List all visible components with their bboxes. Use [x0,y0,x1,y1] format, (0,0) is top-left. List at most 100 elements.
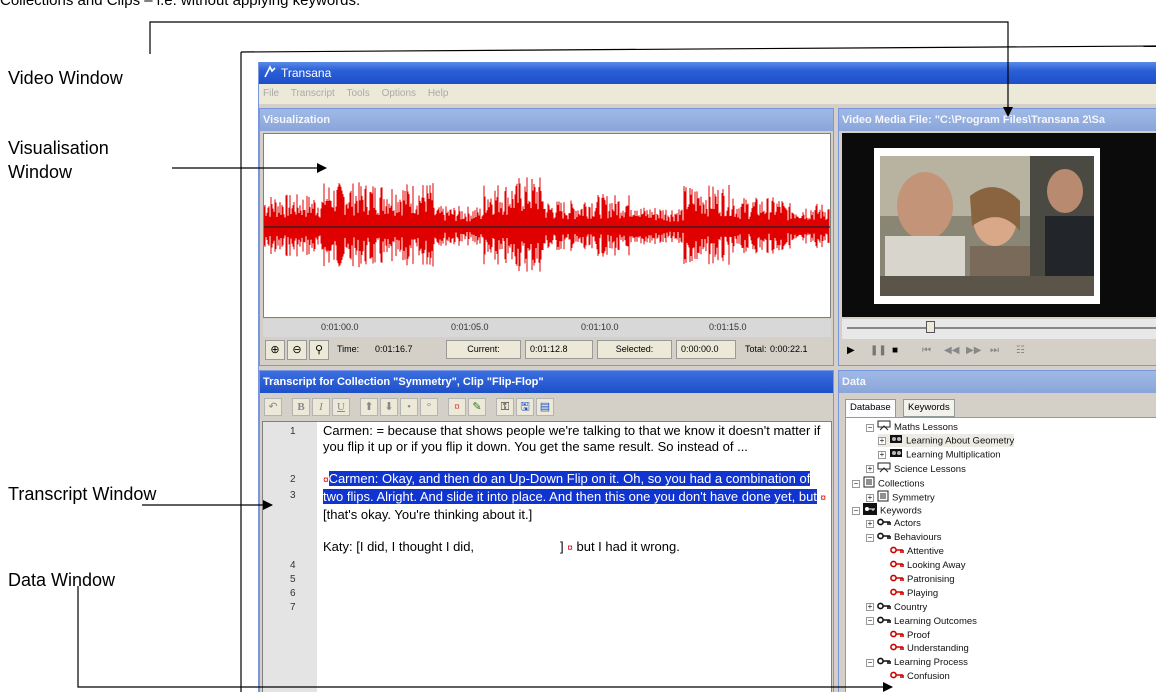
save-button[interactable]: 🖫 [516,398,534,416]
tree-item[interactable]: Looking Away [890,559,965,572]
tree-item-label: Learning About Geometry [906,435,1015,447]
waveform-area[interactable] [263,133,831,318]
rewind-icon[interactable]: ◀◀ [944,345,959,356]
menu-bar: File Transcript Tools Options Help [259,84,1156,104]
rising-intonation-button[interactable]: ⬆ [360,398,378,416]
whisper-button[interactable]: ° [420,398,438,416]
expand-icon[interactable]: + [878,436,886,445]
callout-transcript-window: Transcript Window [8,484,157,504]
tab-database[interactable]: Database [845,399,896,418]
tree-item[interactable]: + Learning About Geometry [878,433,1015,448]
tree-item[interactable]: − Keywords [852,503,922,517]
key-icon [877,517,891,530]
tree-item-label: Proof [907,629,930,641]
line-number: 5 [290,574,296,585]
bold-button[interactable]: B [292,398,310,416]
expand-icon[interactable]: + [866,519,874,528]
zoom-in-button[interactable]: ⊕ [265,340,285,360]
collapse-icon[interactable]: − [852,507,860,516]
tree-item[interactable]: Playing [890,587,938,600]
italic-button[interactable]: I [312,398,330,416]
expand-icon[interactable]: + [866,465,874,474]
collapse-icon[interactable]: − [866,658,874,667]
stop-icon[interactable]: ■ [892,345,898,356]
transcript-editor[interactable]: 1 2 3 4 5 6 7 Carmen: = because that sho… [262,421,832,692]
timecode-marker[interactable]: ¤ [821,493,827,504]
expand-icon[interactable]: + [866,493,874,502]
menu-transcript[interactable]: Transcript [291,88,335,99]
fast-forward-icon[interactable]: ▶▶ [966,345,981,356]
keywords-button[interactable]: ⚿ [496,398,514,416]
undo-icon: ↶ [268,401,278,413]
top-caption: Collections and Clips – i.e. without app… [0,0,361,9]
red-key-icon [890,573,904,586]
skip-back-icon[interactable]: ⏮ [922,345,931,356]
menu-tools[interactable]: Tools [346,88,369,99]
database-tree: − Maths Lessons + Learning About Geometry + L… [845,417,1156,692]
undo-button[interactable]: ↶ [264,398,282,416]
collapse-icon[interactable]: − [866,533,874,542]
expand-icon[interactable]: + [878,450,886,459]
play-icon[interactable]: ▶ [847,345,855,356]
menu-options[interactable]: Options [382,88,416,99]
tree-item[interactable]: − Behaviours [866,531,942,544]
zoom-reset-button[interactable]: ⚲ [309,340,329,360]
tree-item[interactable]: + Science Lessons [866,462,966,475]
tree-item[interactable]: Proof [890,629,930,642]
tree-item[interactable]: − Learning Process [866,656,968,669]
tree-item[interactable]: − Learning Outcomes [866,615,977,628]
tree-item[interactable]: + Learning Multiplication [878,448,1001,461]
transana-logo-icon [264,65,276,78]
floppy-disk-icon: 🖫 [520,401,530,413]
bold-icon: B [297,401,305,413]
selected-button[interactable]: Selected: [597,340,672,359]
video-position-slider[interactable] [842,319,1156,339]
current-button[interactable]: Current: [446,340,521,359]
slider-thumb[interactable] [926,321,935,333]
tree-item[interactable]: − Collections [852,476,924,489]
collapse-icon[interactable]: − [852,479,860,488]
tree-item[interactable]: − Maths Lessons [866,420,958,433]
tree-item-label: Playing [907,587,939,599]
transcript-line-3-rest: [that's okay. You're thinking about it.] [323,507,533,522]
collapse-icon[interactable]: − [866,617,874,626]
zoom-out-button[interactable]: ⊖ [287,340,307,360]
tree-item-label: Actors [894,518,921,530]
timecode-marker[interactable]: ¤ [567,543,573,554]
menu-file[interactable]: File [263,88,279,99]
show-timecodes-button[interactable]: ¤ [448,398,466,416]
tree-item[interactable]: + Actors [866,517,921,530]
tree-item[interactable]: + Country [866,601,927,614]
callout-visualisation-window: Visualisation Window [8,136,109,184]
tree-item-label: Collections [878,478,925,490]
collapse-icon[interactable]: − [866,423,874,432]
transcript-text: Carmen: = because that shows people we'r… [323,423,828,557]
line-number: 7 [290,602,296,613]
tree-item[interactable]: + Symmetry [866,490,935,503]
transcript-line-5-b: ] [560,539,564,554]
episode-icon [889,434,903,448]
pause-icon[interactable]: ❚❚ [870,345,887,356]
total-label: Total: [745,344,767,354]
video-frame [874,148,1100,304]
callout-video-window: Video Window [8,68,123,88]
tree-item[interactable]: Confusion [890,670,950,683]
underline-button[interactable]: U [332,398,350,416]
timecode-marker[interactable]: ¤ [323,475,329,486]
transcript-line-5-c: but I had it wrong. [576,539,680,554]
read-only-toggle-button[interactable]: ✎ [468,398,486,416]
expand-icon[interactable]: + [866,603,874,612]
timecode-icon: ¤ [454,401,460,413]
tree-item[interactable]: Attentive [890,545,944,558]
clip-properties-button[interactable]: ▤ [536,398,554,416]
options-icon[interactable]: ☷ [1016,345,1025,356]
film-strip-icon: ▤ [539,401,551,413]
falling-intonation-button[interactable]: ⬇ [380,398,398,416]
tree-item[interactable]: Understanding [890,642,969,655]
tree-item[interactable]: Patronising [890,573,955,586]
inbreath-button[interactable]: • [400,398,418,416]
menu-help[interactable]: Help [428,88,449,99]
tab-keywords[interactable]: Keywords [903,399,955,417]
skip-forward-icon[interactable]: ⏭ [990,345,999,356]
video-screen[interactable] [842,133,1156,317]
